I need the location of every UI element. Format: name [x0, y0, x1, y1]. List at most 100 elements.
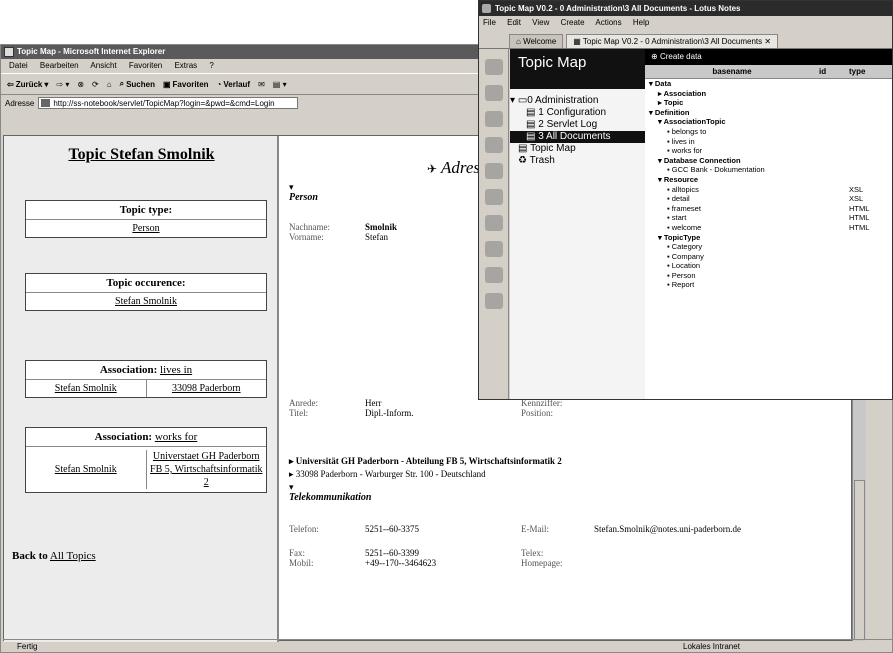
lotus-view: ⊕ Create data basename id type ▾ Data ▸ A… [645, 49, 892, 399]
tree-administration[interactable]: ▾ ▭0 Administration [510, 95, 645, 107]
organisation-row[interactable]: ▸ Universität GH Paderborn - Abteilung F… [289, 456, 562, 467]
bookmark-calendar-icon[interactable] [484, 85, 503, 101]
scroll-thumb[interactable] [854, 480, 865, 640]
mail-icon[interactable]: ✉ [258, 80, 265, 89]
view-row[interactable]: ▪ belongs to [645, 127, 892, 137]
tree-servlet-log[interactable]: ▤ 2 Servlet Log [510, 119, 645, 131]
back-row: Back to All Topics [12, 550, 96, 562]
lives-in-link[interactable]: lives in [160, 364, 192, 376]
view-row[interactable]: ▾ Database Connection [645, 156, 892, 166]
bookmark-web-icon[interactable] [484, 189, 503, 205]
view-column-header: basename id type [645, 65, 892, 79]
close-tab-icon[interactable]: ✕ [764, 37, 771, 46]
assoc1-left-link[interactable]: Stefan Smolnik [26, 380, 147, 397]
view-row[interactable]: ▾ TopicType [645, 233, 892, 243]
menu-file[interactable]: File [483, 18, 496, 27]
menu-datei[interactable]: Datei [9, 61, 28, 70]
view-row[interactable]: ▪ start HTML [645, 213, 892, 223]
assoc2-left-link[interactable]: Stefan Smolnik [26, 450, 147, 489]
view-icon: ▤ [526, 119, 536, 130]
tree-configuration[interactable]: ▤ 1 Configuration [510, 107, 645, 119]
lotus-app-icon [482, 4, 491, 13]
view-row[interactable]: ▾ Definition [645, 108, 892, 118]
telefon-value: 5251--60-3375 [365, 524, 419, 534]
view-row[interactable]: ▪ detail XSL [645, 194, 892, 204]
col-id[interactable]: id [819, 65, 849, 78]
menu-actions[interactable]: Actions [595, 18, 621, 27]
refresh-icon[interactable]: ⟳ [92, 80, 99, 89]
bookmark-bar [479, 49, 509, 399]
col-type[interactable]: type [849, 65, 892, 78]
back-arrow-icon: ⇦ [7, 79, 14, 89]
menu-view[interactable]: View [532, 18, 549, 27]
back-button[interactable]: ⇦ Zurück ▾ [7, 80, 48, 89]
tree-trash[interactable]: ♻ Trash [510, 155, 645, 167]
menu-extras[interactable]: Extras [174, 61, 197, 70]
bookmark-other-icon[interactable] [484, 293, 503, 309]
occurence-box: Topic occurence: Stefan Smolnik [25, 273, 267, 311]
menu-bearbeiten[interactable]: Bearbeiten [40, 61, 79, 70]
view-row[interactable]: ▪ welcome HTML [645, 223, 892, 233]
tab-topic-map[interactable]: ▦ Topic Map V0.2 - 0 Administration\3 Al… [566, 34, 779, 48]
menu-create[interactable]: Create [561, 18, 585, 27]
tab-welcome[interactable]: ⌂ Welcome [509, 34, 564, 48]
stop-icon[interactable]: ⊗ [77, 80, 84, 89]
bookmark-replicator-icon[interactable] [484, 163, 503, 179]
menu-edit[interactable]: Edit [507, 18, 521, 27]
col-basename[interactable]: basename [645, 65, 819, 78]
tree-all-documents[interactable]: ▤ 3 All Documents [510, 131, 645, 143]
view-row[interactable]: ▸ Topic [645, 98, 892, 108]
bookmark-todo-icon[interactable] [484, 111, 503, 127]
view-row[interactable]: ▾ AssociationTopic [645, 117, 892, 127]
trash-icon: ♻ [518, 155, 527, 166]
view-row[interactable]: ▪ lives in [645, 137, 892, 147]
topic-type-link[interactable]: Person [26, 220, 266, 237]
view-row[interactable]: ▾ Data [645, 79, 892, 89]
topic-title: Topic Stefan Smolnik [68, 146, 215, 163]
print-icon[interactable]: ▤ ▾ [273, 80, 287, 89]
forward-button[interactable]: ⇨ ▾ [56, 80, 69, 89]
favorites-button[interactable]: ▣ Favoriten [163, 80, 209, 89]
create-data-button[interactable]: ⊕ Create data [651, 52, 702, 61]
ie-app-icon [4, 47, 14, 57]
menu-help[interactable]: ? [209, 61, 213, 70]
home-icon: ⌂ [516, 37, 521, 46]
view-row[interactable]: ▸ Association [645, 89, 892, 99]
bookmark-mail-icon[interactable] [484, 59, 503, 75]
topic-type-header: Topic type: [26, 201, 266, 220]
all-topics-link[interactable]: All Topics [50, 550, 96, 562]
view-row[interactable]: ▪ alltopics XSL [645, 185, 892, 195]
view-row[interactable]: ▪ Category [645, 242, 892, 252]
view-row[interactable]: ▪ GCC Bank - Dokumentation [645, 165, 892, 175]
view-row[interactable]: ▪ Company [645, 252, 892, 262]
history-button[interactable]: ◔ Verlauf [217, 80, 251, 89]
left-frame: Topic Stefan Smolnik Topic type: Person … [4, 136, 279, 642]
lotus-title-bar: Topic Map V0.2 - 0 Administration\3 All … [479, 1, 892, 16]
history-icon: ◔ [216, 79, 222, 89]
home-icon[interactable]: ⌂ [107, 80, 112, 89]
view-row[interactable]: ▪ frameset HTML [645, 204, 892, 214]
address-input[interactable]: http://ss-notebook/servlet/TopicMap?logi… [38, 97, 299, 109]
view-row[interactable]: ▪ Location [645, 261, 892, 271]
view-row[interactable]: ▪ Report [645, 280, 892, 290]
works-for-link[interactable]: works for [155, 431, 197, 443]
view-row[interactable]: ▪ Person [645, 271, 892, 281]
action-bar: ⊕ Create data [645, 49, 892, 65]
bookmark-more-icon[interactable] [484, 267, 503, 283]
bookmark-favorites-icon[interactable] [484, 215, 503, 231]
telex-label: Telex: [521, 548, 544, 558]
search-button[interactable]: ⌕ Suchen [120, 79, 155, 89]
bookmark-contacts-icon[interactable] [484, 137, 503, 153]
menu-favoriten[interactable]: Favoriten [129, 61, 162, 70]
view-row[interactable]: ▪ works for [645, 146, 892, 156]
assoc2-right-link[interactable]: Universtaet GH Paderborn FB 5, Wirtschaf… [147, 447, 267, 492]
view-icon: ▤ [526, 107, 536, 118]
menu-help[interactable]: Help [633, 18, 649, 27]
view-row[interactable]: ▾ Resource [645, 175, 892, 185]
occurence-link[interactable]: Stefan Smolnik [26, 293, 266, 310]
tree-topic-map[interactable]: ▤ Topic Map [510, 143, 645, 155]
assoc1-right-link[interactable]: 33098 Paderborn [147, 380, 267, 397]
address-row[interactable]: ▸ 33098 Paderborn - Warburger Str. 100 -… [289, 469, 486, 480]
menu-ansicht[interactable]: Ansicht [90, 61, 116, 70]
bookmark-databases-icon[interactable] [484, 241, 503, 257]
